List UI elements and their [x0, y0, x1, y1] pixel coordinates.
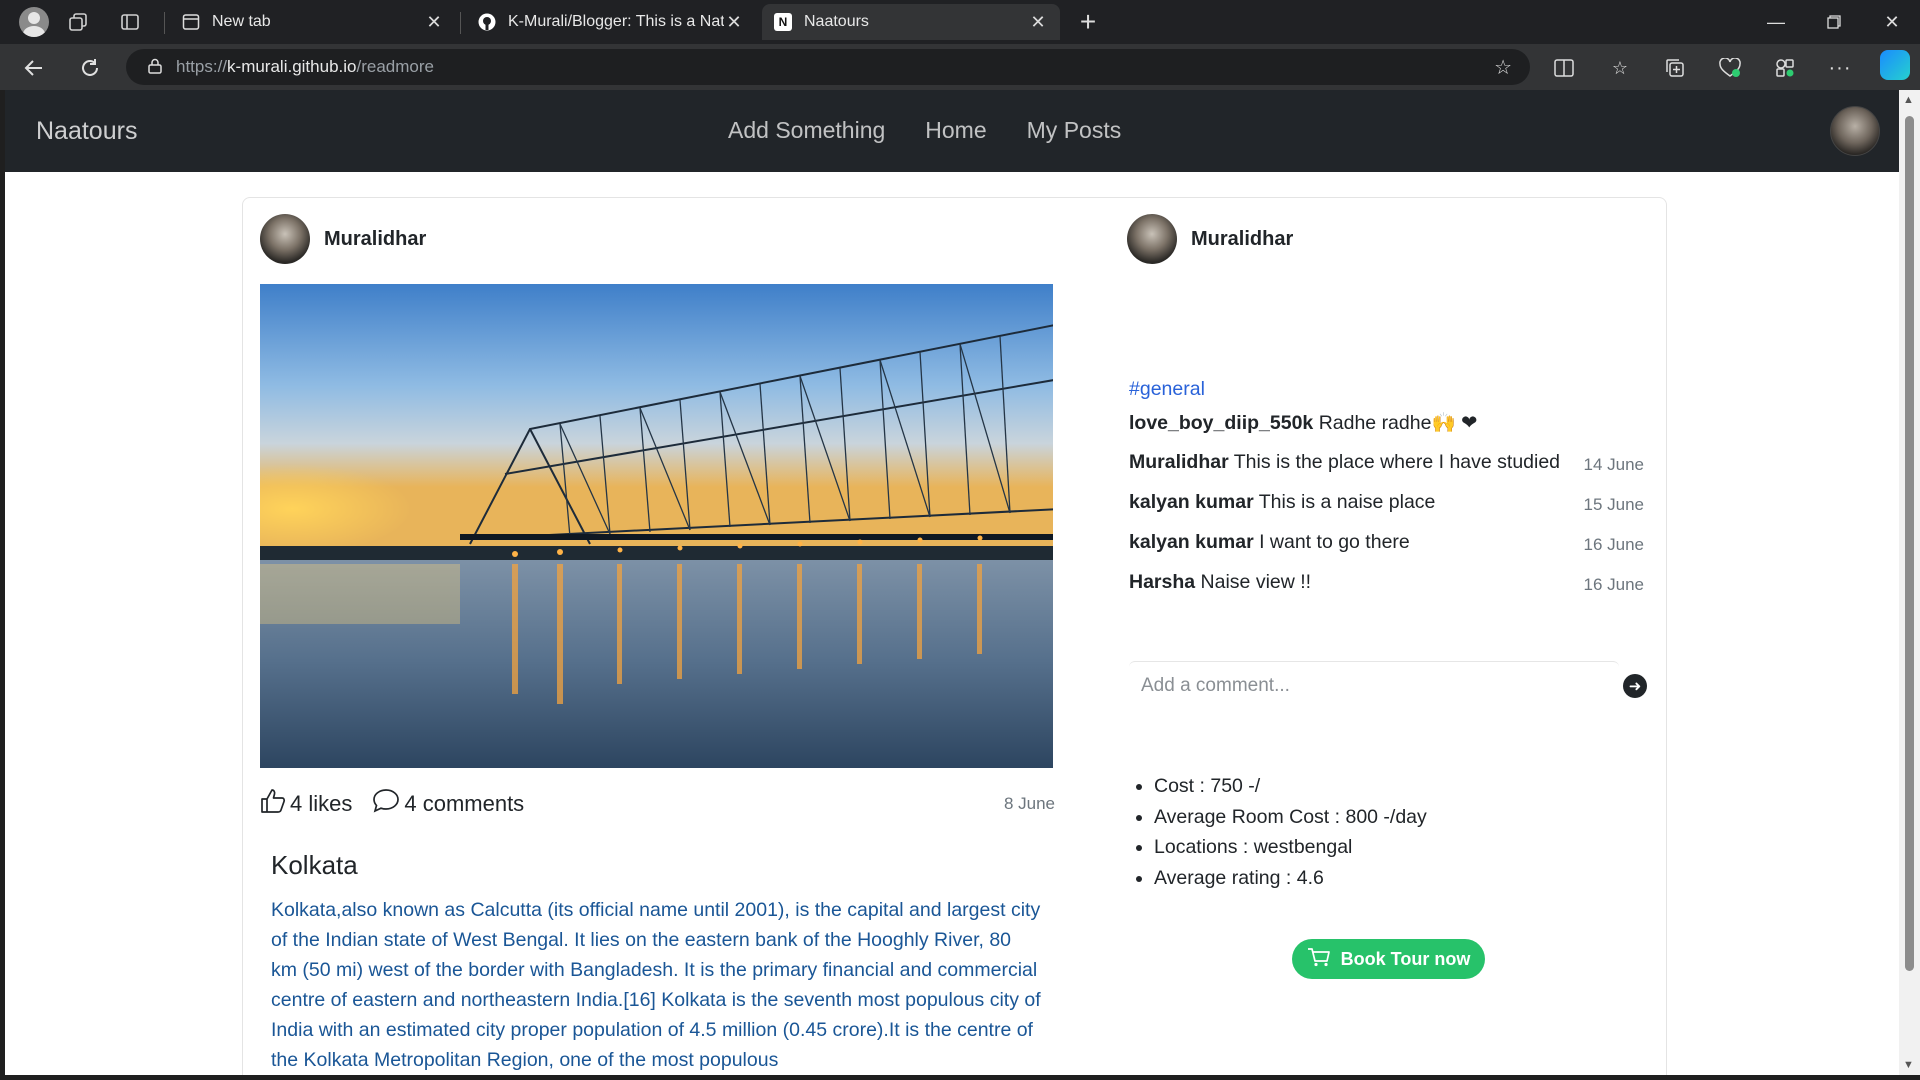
url-text: https://k-murali.github.io/readmore [176, 57, 434, 76]
tab-title: Naatours [804, 13, 869, 30]
minimize-icon[interactable]: — [1748, 0, 1804, 44]
profile-icon[interactable] [12, 0, 56, 44]
new-tab-plus-icon[interactable]: + [1066, 0, 1110, 44]
thumbs-up-icon [260, 788, 286, 821]
split-screen-icon[interactable] [1548, 52, 1580, 84]
caption-emoji: 🙌 ❤ [1431, 412, 1478, 434]
close-window-icon[interactable]: ✕ [1864, 0, 1920, 44]
comment-item: Muralidhar This is the place where I hav… [1129, 451, 1644, 491]
comments-count: 4 comments [404, 791, 525, 816]
tour-facts: Cost : 750 -/ Average Room Cost : 800 -/… [1154, 771, 1427, 893]
author-name[interactable]: Muralidhar [1191, 228, 1293, 251]
book-tour-button[interactable]: Book Tour now [1292, 939, 1485, 979]
user-avatar[interactable] [1830, 106, 1880, 156]
comment-date: 16 June [1583, 575, 1645, 594]
fact-rating: Average rating : 4.6 [1154, 863, 1427, 894]
like-button[interactable]: 4 likes [260, 788, 352, 821]
caption-item: love_boy_diip_550k Radhe radhe🙌 ❤ [1129, 411, 1644, 451]
cart-icon [1307, 947, 1331, 972]
browser-toolbar: https://k-murali.github.io/readmore ☆ ☆ … [0, 44, 1920, 90]
comment-user[interactable]: Muralidhar [1129, 451, 1229, 473]
collections-icon[interactable] [1659, 52, 1691, 84]
close-tab-icon[interactable]: ✕ [1028, 12, 1048, 33]
copilot-icon[interactable] [1880, 50, 1910, 80]
fact-location: Locations : westbengal [1154, 832, 1427, 863]
back-arrow-icon[interactable] [16, 50, 52, 86]
browser-essentials-icon[interactable] [1714, 52, 1746, 84]
tab-github[interactable]: K-Murali/Blogger: This is a Natou ✕ [466, 4, 756, 40]
comments-button[interactable]: 4 comments [372, 788, 524, 821]
comment-date: 15 June [1583, 495, 1645, 514]
page-scrollbar[interactable]: ▲ ▼ [1899, 90, 1920, 1075]
post-card: Muralidhar 4 likes 4 comments 8 June Kol… [242, 197, 1667, 1075]
comment-text: I want to go there [1259, 531, 1410, 553]
naatours-icon: N [774, 13, 792, 31]
comment-list: love_boy_diip_550k Radhe radhe🙌 ❤ Murali… [1129, 411, 1644, 611]
comment-text: Naise view !! [1200, 571, 1312, 593]
favorites-icon[interactable]: ☆ [1604, 52, 1636, 84]
comment-item: Harsha Naise view !! 16 June [1129, 571, 1644, 611]
comment-input[interactable] [1129, 661, 1619, 709]
side-author: Muralidhar [1127, 214, 1293, 264]
comment-date: 14 June [1583, 455, 1645, 474]
post-body: Kolkata,also known as Calcutta (its offi… [271, 899, 1041, 1071]
nav-home[interactable]: Home [925, 117, 986, 144]
close-tab-icon[interactable]: ✕ [724, 12, 744, 33]
book-tour-label: Book Tour now [1340, 948, 1471, 969]
author-avatar[interactable] [260, 214, 310, 264]
nav-add-something[interactable]: Add Something [728, 117, 885, 144]
comment-user[interactable]: Harsha [1129, 571, 1195, 593]
browser-tab-bar: New tab ✕ K-Murali/Blogger: This is a Na… [0, 0, 1920, 44]
tab-title: New tab [212, 13, 271, 30]
workspaces-icon[interactable] [56, 0, 100, 44]
comment-user[interactable]: love_boy_diip_550k [1129, 412, 1313, 434]
comment-item: kalyan kumar I want to go there 16 June [1129, 531, 1644, 571]
refresh-icon[interactable] [72, 50, 108, 86]
post-image [260, 284, 1053, 768]
lock-icon[interactable] [148, 58, 162, 77]
comment-user[interactable]: kalyan kumar [1129, 491, 1254, 513]
tab-title: K-Murali/Blogger: This is a Natou [508, 13, 724, 30]
new-tab-icon [182, 13, 200, 31]
post-date: 8 June [1003, 794, 1055, 813]
github-icon [478, 13, 496, 31]
post-tag[interactable]: #general [1129, 378, 1205, 401]
favorite-star-icon[interactable]: ☆ [1494, 55, 1512, 80]
nav-links: Add Something Home My Posts [728, 117, 1161, 144]
comment-text: This is the place where I have studied [1233, 451, 1561, 473]
tab-new-tab[interactable]: New tab ✕ [170, 4, 456, 40]
comment-user[interactable]: kalyan kumar [1129, 531, 1254, 553]
author-avatar[interactable] [1127, 214, 1177, 264]
nav-my-posts[interactable]: My Posts [1027, 117, 1122, 144]
likes-count: 4 likes [290, 791, 353, 816]
site-navbar: Naatours Add Something Home My Posts [5, 90, 1899, 172]
send-arrow-icon[interactable]: ➜ [1623, 674, 1647, 698]
comment-item: kalyan kumar This is a naise place 15 Ju… [1129, 491, 1644, 531]
restore-icon[interactable] [1806, 0, 1862, 44]
author-name[interactable]: Muralidhar [324, 228, 426, 251]
tab-naatours[interactable]: N Naatours ✕ [762, 4, 1060, 40]
extensions-icon[interactable] [1769, 52, 1801, 84]
tab-actions-icon[interactable] [108, 0, 152, 44]
comment-date: 16 June [1583, 535, 1645, 554]
comment-text: This is a naise place [1258, 491, 1436, 513]
fact-cost: Cost : 750 -/ [1154, 771, 1427, 802]
scrollbar-thumb[interactable] [1905, 116, 1914, 971]
post-actions: 4 likes 4 comments 8 June [260, 786, 1055, 822]
page-viewport: Naatours Add Something Home My Posts Mur… [5, 90, 1899, 1075]
fact-room-cost: Average Room Cost : 800 -/day [1154, 802, 1427, 833]
more-options-icon[interactable]: ··· [1824, 52, 1856, 84]
site-brand[interactable]: Naatours [36, 117, 137, 146]
comment-icon [372, 788, 400, 821]
post-author: Muralidhar [260, 214, 426, 264]
address-bar[interactable]: https://k-murali.github.io/readmore ☆ [126, 49, 1530, 85]
comment-text: Radhe radhe [1318, 412, 1432, 434]
close-tab-icon[interactable]: ✕ [424, 12, 444, 33]
post-title: Kolkata [271, 850, 358, 880]
